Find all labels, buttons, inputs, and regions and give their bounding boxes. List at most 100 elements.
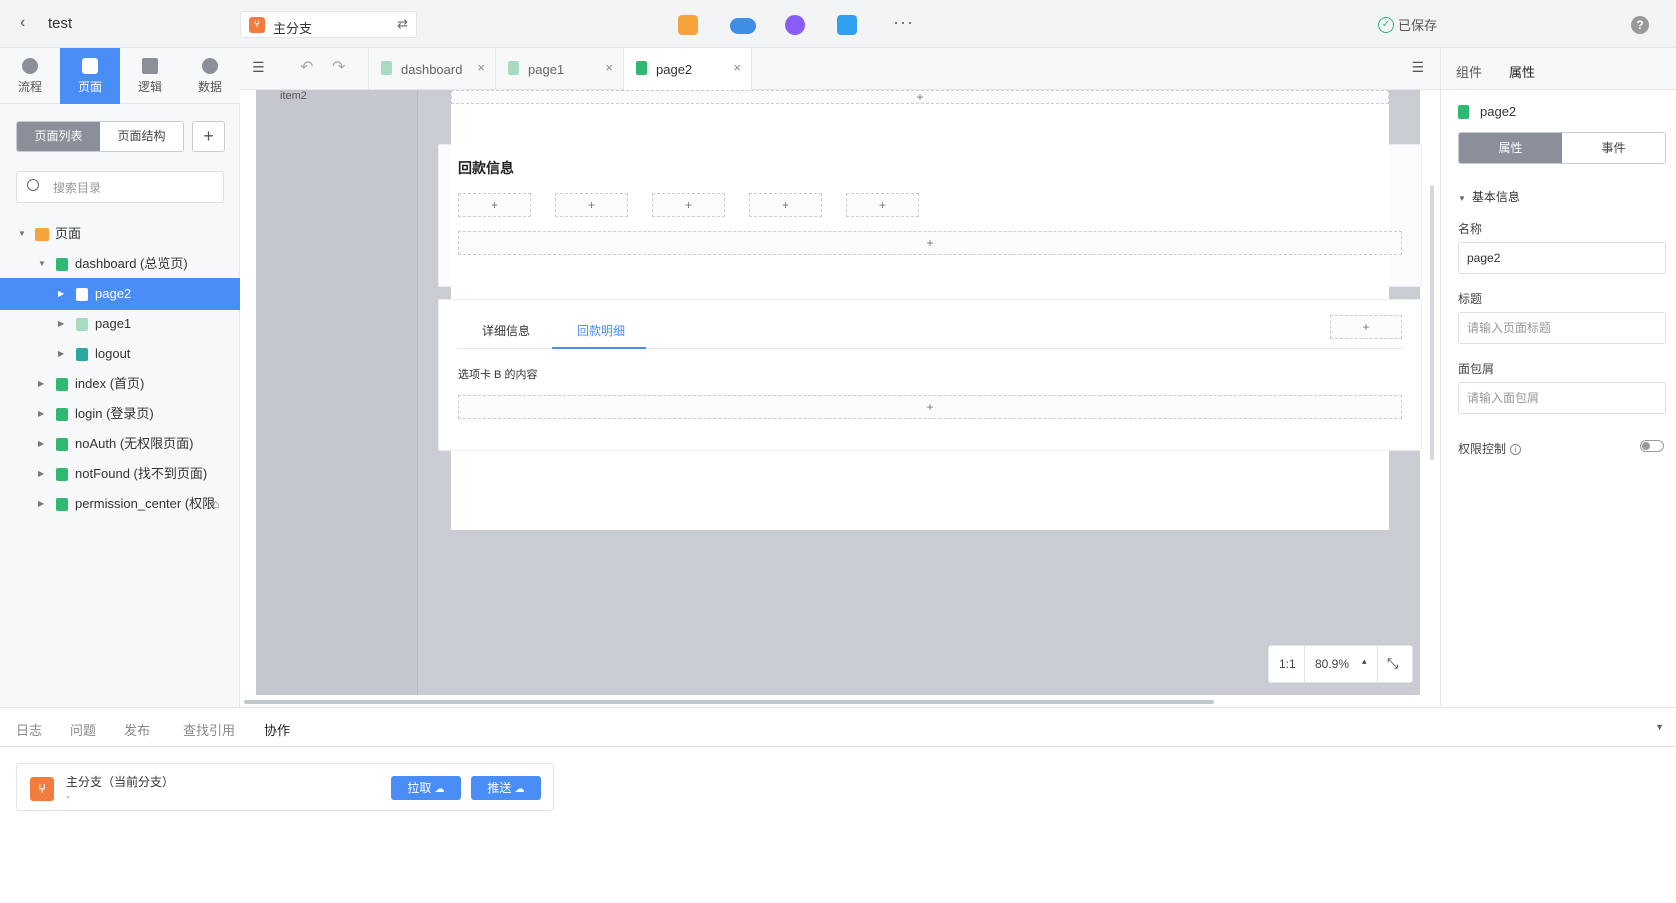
- nav-tab-logic[interactable]: 逻辑: [120, 48, 180, 104]
- permission-label-text: 权限控制: [1458, 442, 1507, 456]
- zoom-reset-button[interactable]: 1:1: [1279, 657, 1296, 671]
- tab-components[interactable]: 组件: [1456, 62, 1482, 81]
- file-icon: [56, 258, 68, 271]
- title-field-box: [1458, 312, 1666, 344]
- search-icon: [27, 179, 39, 191]
- drop-slot[interactable]: +: [451, 90, 1389, 104]
- outline-item[interactable]: item2: [280, 90, 307, 102]
- tree-item-label: 页面: [55, 226, 82, 241]
- nav-tab-page[interactable]: 页面: [60, 48, 120, 104]
- collapse-right-icon[interactable]: ☰: [1411, 59, 1424, 76]
- publish-icon[interactable]: [785, 15, 805, 35]
- caret-right-icon[interactable]: ▶: [38, 398, 44, 430]
- preview-icon[interactable]: [678, 15, 698, 35]
- caret-right-icon[interactable]: ▶: [58, 338, 64, 370]
- horizontal-scrollbar[interactable]: [244, 700, 1214, 704]
- tab-log[interactable]: 日志: [16, 720, 42, 739]
- undo-icon[interactable]: ↶: [300, 57, 313, 77]
- tree-item[interactable]: ▶ noAuth (无权限页面): [0, 428, 240, 460]
- redo-icon[interactable]: ↷: [332, 57, 345, 77]
- caret-down-icon[interactable]: ▼: [38, 248, 46, 280]
- fit-screen-icon[interactable]: ⤡: [1387, 655, 1398, 672]
- tab-payment-detail[interactable]: 回款明细: [577, 322, 625, 339]
- drop-slot[interactable]: +: [458, 231, 1402, 255]
- section-title: 回款信息: [458, 160, 514, 176]
- search-input[interactable]: [53, 178, 213, 198]
- drop-slot[interactable]: +: [652, 193, 725, 217]
- branch-label: 主分支: [273, 21, 313, 36]
- tab-find-references[interactable]: 查找引用: [183, 720, 235, 739]
- tree-item-label: page1: [95, 316, 132, 331]
- tree-item[interactable]: ▼ 页面: [0, 218, 240, 250]
- tab-dashboard[interactable]: dashboard ×: [368, 48, 496, 90]
- zoom-percent[interactable]: 80.9%: [1315, 657, 1349, 671]
- sync-icon[interactable]: [837, 15, 857, 35]
- segment-page-structure[interactable]: 页面结构: [100, 122, 183, 151]
- tree-item-label: index (首页): [75, 376, 145, 391]
- nav-tab-flow[interactable]: 流程: [0, 48, 60, 104]
- segment-properties[interactable]: 属性: [1459, 133, 1562, 163]
- caret-down-icon[interactable]: ▼: [18, 218, 26, 250]
- cloud-icon[interactable]: [730, 18, 756, 34]
- drop-slot[interactable]: +: [458, 395, 1402, 419]
- breadcrumb-field[interactable]: [1459, 383, 1665, 413]
- tab-page1[interactable]: page1 ×: [496, 48, 624, 90]
- tab-detail[interactable]: 详细信息: [482, 322, 530, 339]
- segment-events[interactable]: 事件: [1562, 133, 1665, 163]
- caret-down-icon: ▼: [1458, 194, 1466, 203]
- collapse-icon[interactable]: ▼: [1655, 722, 1664, 732]
- caret-right-icon[interactable]: ▶: [38, 368, 44, 400]
- tab-label: dashboard: [401, 62, 463, 77]
- tree-item-selected[interactable]: ▶ page2: [0, 278, 240, 310]
- caret-right-icon[interactable]: ▶: [58, 278, 64, 310]
- section-basic-info[interactable]: ▼ 基本信息: [1458, 188, 1520, 205]
- chevron-left-icon[interactable]: ‹: [20, 14, 25, 32]
- info-icon[interactable]: i: [1510, 444, 1522, 456]
- data-icon: [202, 58, 218, 74]
- tab-collaboration[interactable]: 协作: [264, 720, 290, 739]
- title-label: 标题: [1458, 292, 1483, 306]
- tab-publish[interactable]: 发布: [124, 720, 150, 739]
- nav-tab-label: 数据: [197, 80, 222, 94]
- caret-right-icon[interactable]: ▶: [58, 308, 64, 340]
- drop-slot[interactable]: +: [458, 193, 531, 217]
- collapse-left-icon[interactable]: ☰: [252, 59, 265, 76]
- drop-slot[interactable]: +: [555, 193, 628, 217]
- drop-slot[interactable]: +: [1330, 315, 1402, 339]
- help-icon[interactable]: ?: [1631, 16, 1649, 34]
- close-icon[interactable]: ×: [733, 60, 741, 75]
- branch-subtitle: -: [66, 791, 70, 803]
- swap-icon[interactable]: ⇄: [397, 16, 408, 32]
- caret-right-icon[interactable]: ▶: [38, 458, 44, 490]
- tree-item[interactable]: ▶ notFound (找不到页面): [0, 458, 240, 490]
- permission-toggle[interactable]: [1640, 440, 1664, 452]
- close-icon[interactable]: ×: [605, 60, 613, 75]
- segment-page-list[interactable]: 页面列表: [17, 122, 100, 151]
- branch-selector[interactable]: ⑂ 主分支 ⇄: [240, 11, 417, 38]
- tab-properties[interactable]: 属性: [1509, 62, 1535, 81]
- name-field[interactable]: [1459, 243, 1665, 273]
- title-field[interactable]: [1459, 313, 1665, 343]
- close-icon[interactable]: ×: [477, 60, 485, 75]
- tree-item[interactable]: ▶ permission_center (权限 ⌂: [0, 488, 240, 520]
- drop-slot[interactable]: +: [846, 193, 919, 217]
- more-icon[interactable]: ···: [893, 12, 914, 33]
- tab-issues[interactable]: 问题: [70, 720, 96, 739]
- add-page-button[interactable]: +: [192, 121, 225, 152]
- tree-item[interactable]: ▶ login (登录页): [0, 398, 240, 430]
- vertical-scrollbar[interactable]: [1430, 185, 1434, 460]
- drop-slot[interactable]: +: [749, 193, 822, 217]
- tab-page2[interactable]: page2 ×: [624, 48, 752, 90]
- file-icon: [56, 408, 68, 421]
- push-button[interactable]: 推送 ☁: [471, 776, 541, 800]
- active-tab-indicator: [552, 347, 646, 349]
- pull-button[interactable]: 拉取 ☁: [391, 776, 461, 800]
- tree-item[interactable]: ▶ logout: [0, 338, 240, 370]
- caret-right-icon[interactable]: ▶: [38, 428, 44, 460]
- tree-item[interactable]: ▼ dashboard (总览页): [0, 248, 240, 280]
- tree-item[interactable]: ▶ index (首页): [0, 368, 240, 400]
- tree-item[interactable]: ▶ page1: [0, 308, 240, 340]
- nav-tab-data[interactable]: 数据: [180, 48, 240, 104]
- caret-right-icon[interactable]: ▶: [38, 488, 44, 520]
- caret-up-icon[interactable]: ▴: [1362, 656, 1367, 667]
